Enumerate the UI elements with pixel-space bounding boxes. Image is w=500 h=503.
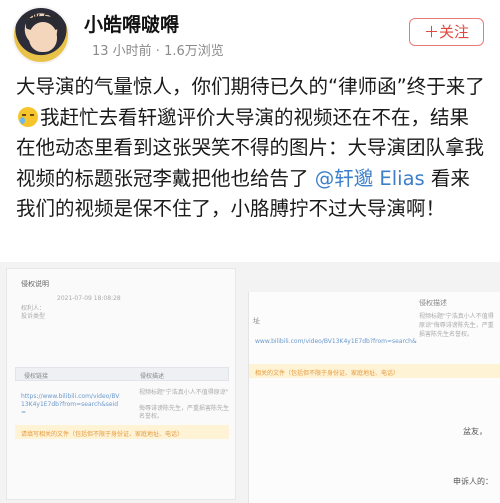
follow-button[interactable]: ＋关注 (409, 18, 484, 46)
th-link: 侵权链接 (24, 373, 49, 380)
post-meta: 13 小时前 · 1.6万浏览 (92, 44, 224, 59)
claim-label: 投诉类型 (21, 313, 46, 320)
screenshot-left: 侵权说明 2021-07-09 18:08:28 权利人： 投诉类型 侵权链接 … (6, 268, 236, 500)
table-header: 侵权链接 侵权描述 (15, 367, 229, 381)
warning-text: 请填写相关的文件（包括但不限于身份证、家庭地址、电话） (21, 431, 184, 438)
right-warning-text: 相关的文件（包括但不限于身份证、家庭地址、电话） (255, 370, 400, 377)
reply-1: 盆友， (463, 427, 487, 436)
mention-link[interactable]: @轩邈 Elias (315, 167, 425, 190)
attached-image[interactable]: 侵权说明 2021-07-09 18:08:28 权利人： 投诉类型 侵权链接 … (0, 262, 500, 503)
crying-laughing-emoji-icon (18, 106, 38, 127)
post-text-part-1: 大导演的气量惊人，你们期待已久的“律师函”终于来了 (16, 75, 485, 98)
right-url: www.bilibili.com/video/BV13K4y1E7db?from… (255, 338, 417, 345)
right-th-desc: 侵权描述 (419, 299, 447, 307)
infringing-desc: 视频标题"宁浩真小人不值得原谅" (139, 389, 229, 396)
right-warning-bar: 相关的文件（包括但不限于身份证、家庭地址、电话） (249, 364, 500, 378)
avatar-badge: NEW STAR (20, 13, 66, 21)
right-prefix: 址 (253, 317, 260, 325)
warning-bar: 请填写相关的文件（包括但不限于身份证、家庭地址、电话） (15, 425, 229, 439)
infringing-url: https://www.bilibili.com/video/BV13K4y1E… (21, 393, 120, 416)
th-desc: 侵权描述 (140, 373, 165, 380)
post-header: NEW STAR 小皓嘚啵嘚 13 小时前 · 1.6万浏览 ＋关注 (0, 0, 500, 70)
post-body: 大导演的气量惊人，你们期待已久的“律师函”终于来了 我赶忙去看轩邈评价大导演的视频… (16, 72, 488, 225)
infringing-desc-2: 侮辱诽谤陈先生，严重损害陈先生名誉权。 (139, 405, 230, 420)
avatar[interactable]: NEW STAR (12, 6, 70, 64)
username[interactable]: 小皓嘚啵嘚 (84, 10, 179, 37)
right-desc: 视频标题"宁浩真小人不值得原谅"侮辱诽谤陈先生，严重损害陈先生名誉权。 (419, 313, 494, 338)
avatar-face (29, 22, 57, 52)
screenshot-right: 侵权描述 址 www.bilibili.com/video/BV13K4y1E7… (248, 292, 500, 503)
section-title: 侵权说明 (21, 280, 49, 288)
reply-2: 申诉人的： (453, 477, 493, 486)
date-label: 2021-07-09 18:08:28 (57, 295, 121, 302)
